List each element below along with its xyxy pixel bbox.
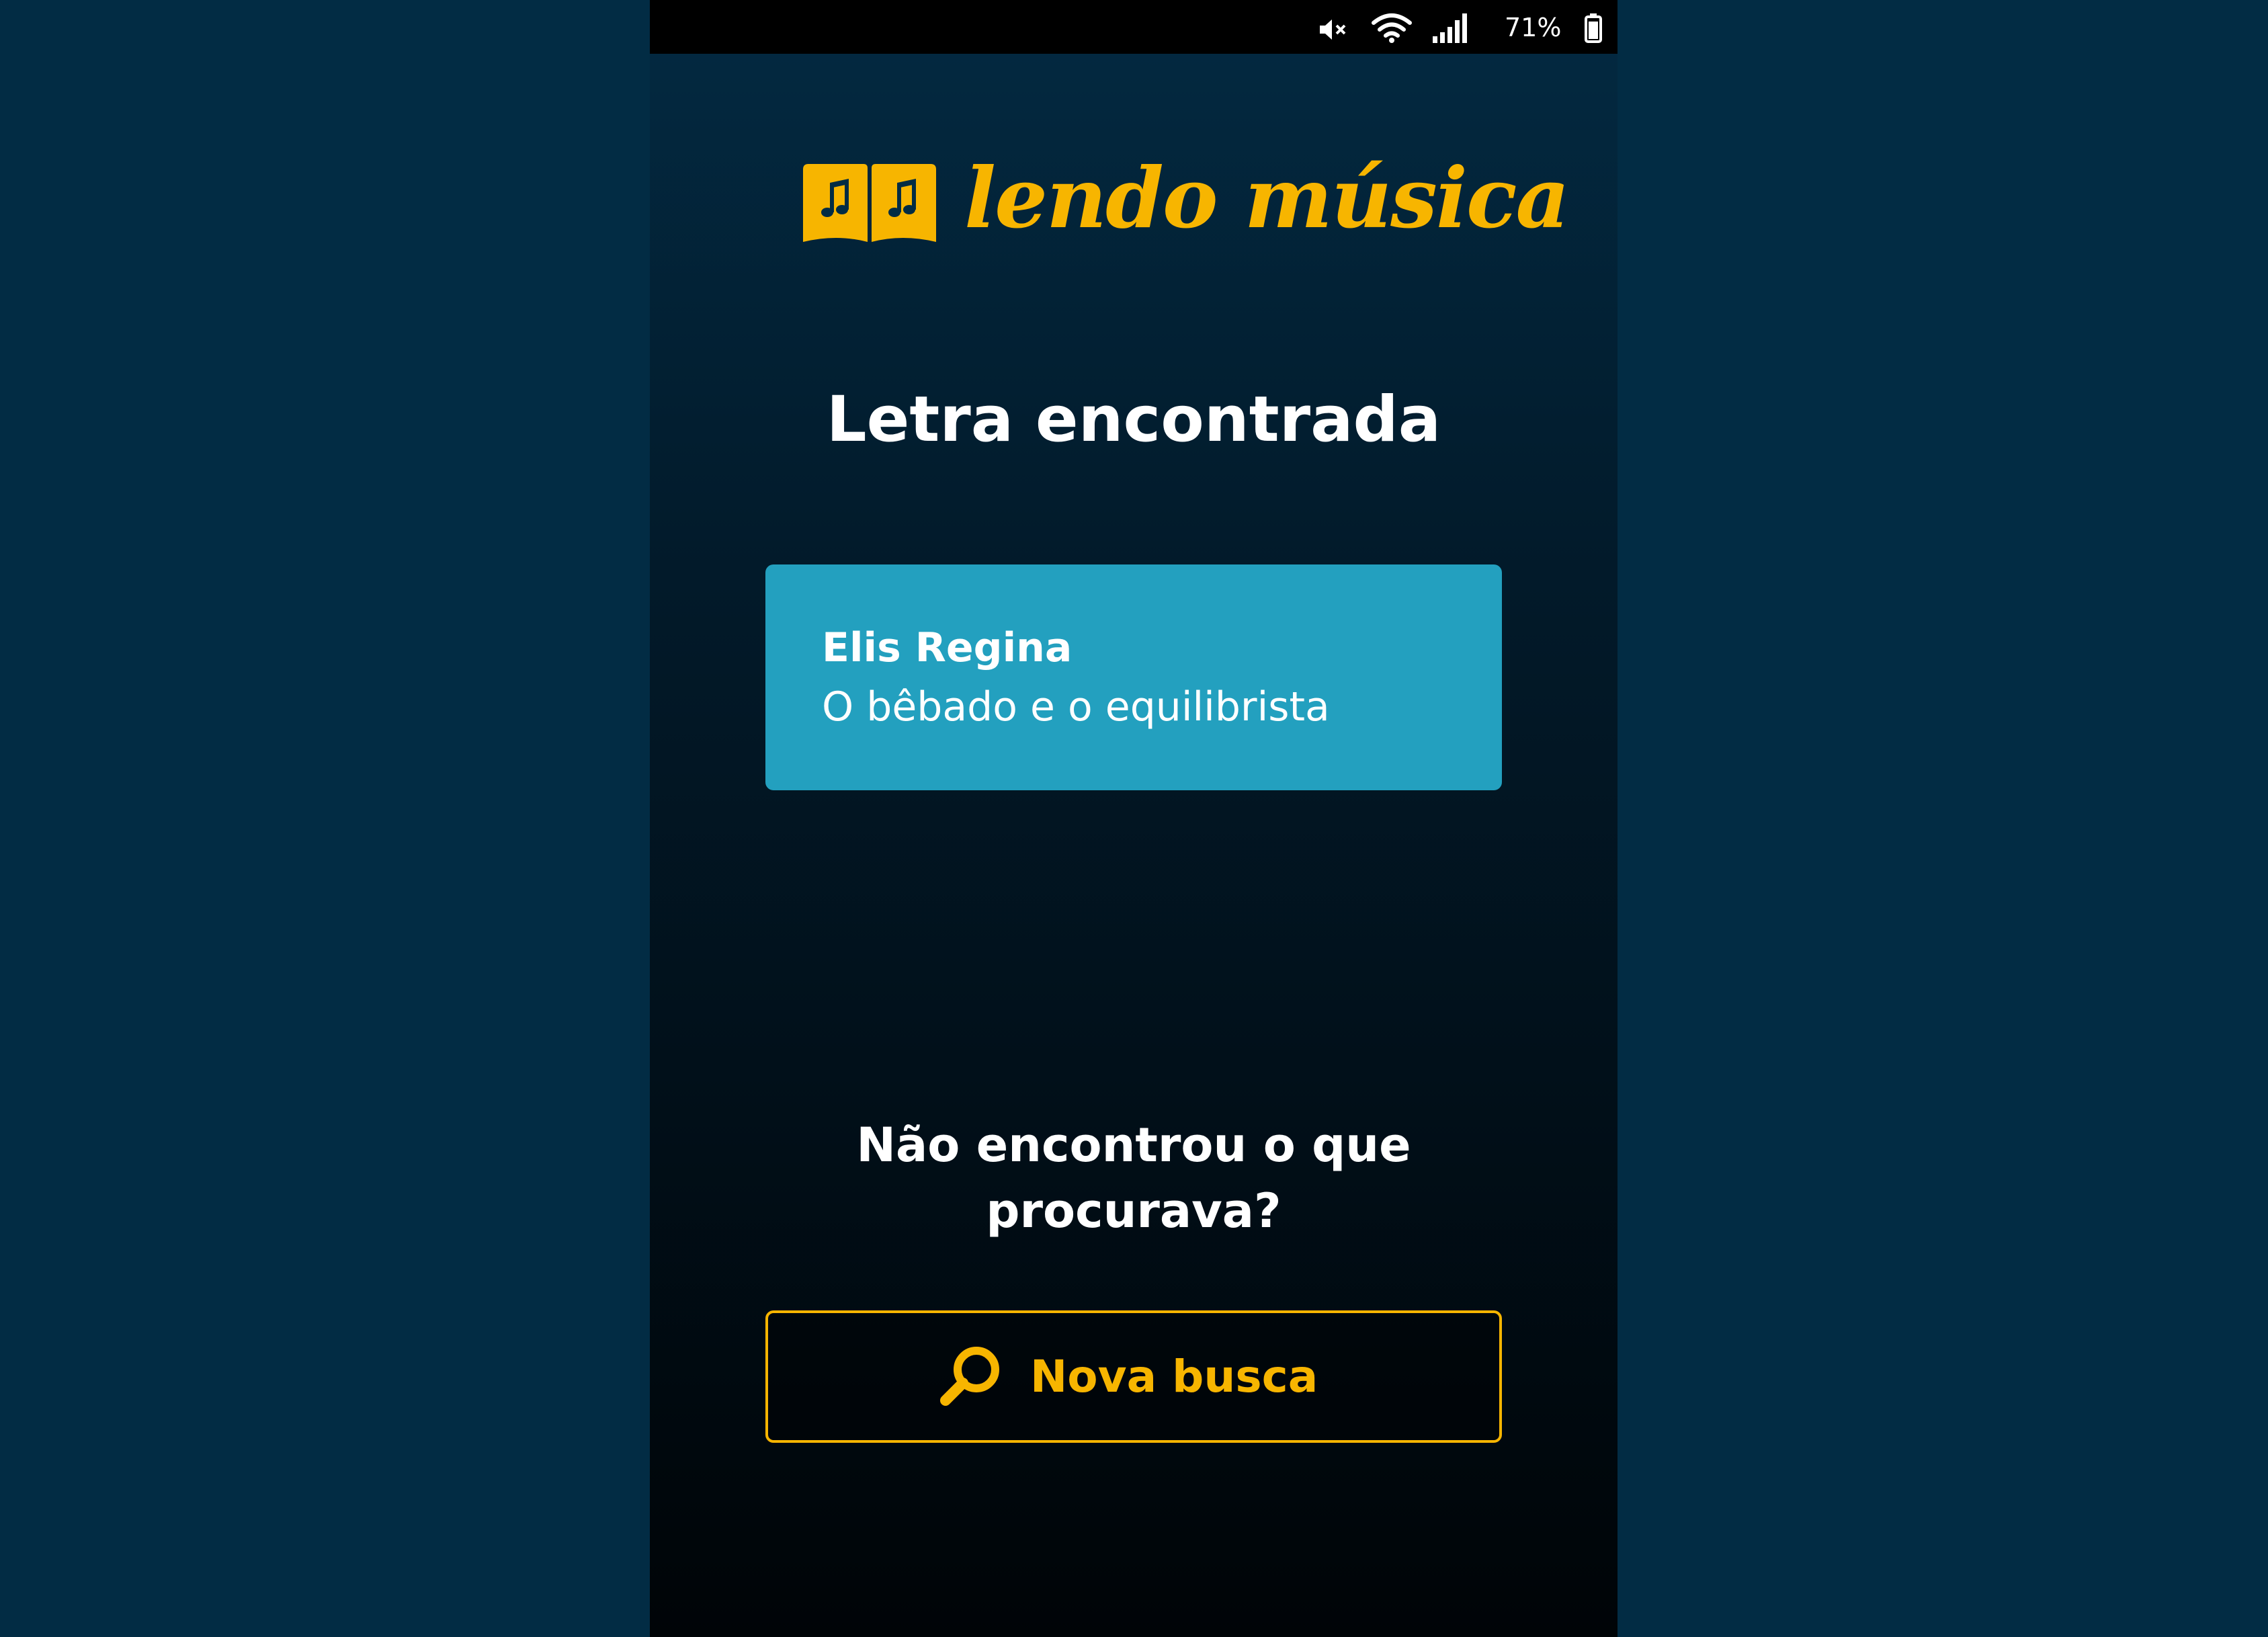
- status-bar: 71%: [650, 0, 1618, 54]
- result-card[interactable]: Elis Regina O bêbado e o equilibrista: [765, 564, 1502, 790]
- result-artist: Elis Regina: [822, 624, 1073, 671]
- battery-icon: [1585, 13, 1602, 43]
- app-logo: lendo música: [799, 150, 1570, 247]
- battery-percent: 71%: [1505, 13, 1562, 42]
- signal-icon: [1433, 13, 1467, 43]
- new-search-label: Nova busca: [1030, 1351, 1318, 1402]
- not-found-prompt: Não encontrou o que procurava?: [650, 1112, 1618, 1244]
- page-title: Letra encontrada: [826, 383, 1441, 456]
- phone-screen: 71% lendo música Letra encontrada Elis R…: [650, 0, 1618, 1637]
- prompt-line-2: procurava?: [986, 1183, 1282, 1239]
- result-song: O bêbado e o equilibrista: [822, 683, 1330, 730]
- logo-text: lendo música: [964, 150, 1570, 247]
- open-book-music-notes-icon: [803, 164, 936, 242]
- wifi-icon: [1372, 13, 1412, 43]
- mute-icon: [1320, 19, 1346, 40]
- new-search-button[interactable]: Nova busca: [765, 1310, 1502, 1443]
- prompt-line-1: Não encontrou o que: [856, 1118, 1411, 1173]
- search-icon: [940, 1347, 999, 1406]
